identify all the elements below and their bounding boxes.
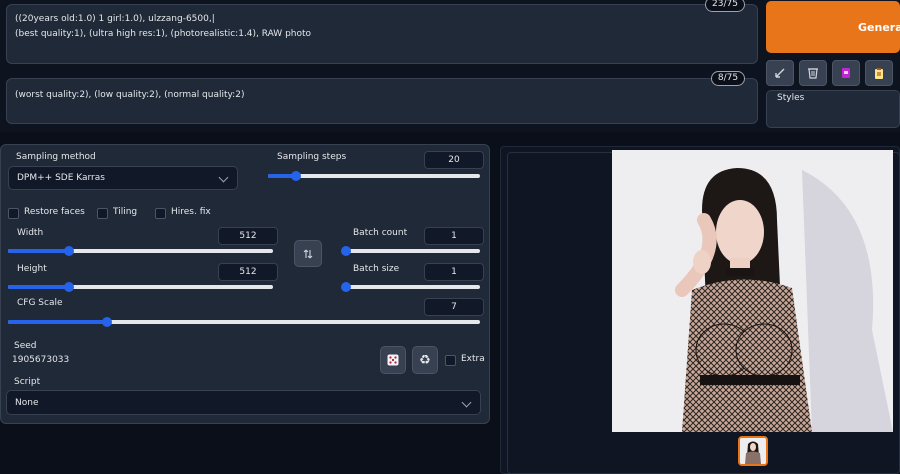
slider-fill bbox=[8, 285, 69, 289]
generated-image[interactable] bbox=[612, 150, 893, 432]
restore-faces-label: Restore faces bbox=[24, 207, 85, 217]
dice-icon bbox=[387, 354, 399, 366]
batch-size-input[interactable]: 1 bbox=[424, 263, 484, 281]
prompt-line-1: ((20years old:1.0) 1 girl:1.0), ulzzang-… bbox=[15, 14, 215, 24]
sampling-steps-input[interactable]: 20 bbox=[424, 151, 484, 169]
tiling-checkbox[interactable] bbox=[97, 208, 108, 219]
negative-prompt-text: (worst quality:2), (low quality:2), (nor… bbox=[15, 90, 245, 100]
seed-value: 1905673033 bbox=[12, 355, 70, 365]
width-label: Width bbox=[17, 228, 44, 238]
sampling-method-value: DPM++ SDE Karras bbox=[17, 173, 105, 183]
width-value: 512 bbox=[239, 231, 257, 241]
batch-size-slider[interactable] bbox=[341, 282, 480, 292]
script-value: None bbox=[15, 397, 39, 408]
seed-input[interactable]: 1905673033 bbox=[6, 349, 374, 371]
sampling-method-label: Sampling method bbox=[16, 152, 96, 162]
hires-fix-label: Hires. fix bbox=[171, 207, 211, 217]
positive-prompt-textarea[interactable]: ((20years old:1.0) 1 girl:1.0), ulzzang-… bbox=[6, 4, 758, 64]
batch-size-label: Batch size bbox=[353, 264, 400, 274]
cfg-scale-value: 7 bbox=[451, 302, 457, 312]
slider-handle[interactable] bbox=[341, 246, 351, 256]
chevron-down-icon bbox=[461, 397, 472, 407]
width-slider[interactable] bbox=[8, 246, 273, 256]
tiling-label: Tiling bbox=[113, 207, 138, 217]
slider-handle[interactable] bbox=[341, 282, 351, 292]
height-label: Height bbox=[17, 264, 47, 274]
swap-arrows-icon bbox=[303, 249, 313, 258]
slider-handle[interactable] bbox=[63, 246, 74, 256]
batch-count-label: Batch count bbox=[353, 228, 408, 238]
batch-size-value: 1 bbox=[451, 267, 457, 277]
positive-token-counter: 23/75 bbox=[705, 0, 745, 12]
arrow-icon[interactable] bbox=[766, 60, 794, 86]
height-slider[interactable] bbox=[8, 282, 273, 292]
slider-handle[interactable] bbox=[63, 282, 74, 292]
hires-fix-checkbox[interactable] bbox=[155, 208, 166, 219]
batch-count-value: 1 bbox=[451, 231, 457, 241]
negative-prompt-textarea[interactable]: (worst quality:2), (low quality:2), (nor… bbox=[6, 78, 758, 124]
width-input[interactable]: 512 bbox=[218, 227, 278, 245]
slider-handle[interactable] bbox=[290, 171, 301, 181]
script-label: Script bbox=[14, 377, 41, 387]
trash-icon[interactable] bbox=[799, 60, 827, 86]
random-seed-button[interactable] bbox=[380, 346, 406, 374]
reuse-seed-button[interactable]: ♻ bbox=[412, 346, 438, 374]
cfg-scale-slider[interactable] bbox=[8, 317, 480, 327]
slider-fill bbox=[8, 249, 69, 253]
script-select[interactable]: None bbox=[6, 390, 481, 415]
gallery-thumbnail[interactable] bbox=[738, 436, 768, 466]
prompt-line-2: (best quality:1), (ultra high res:1), (p… bbox=[15, 29, 312, 39]
swap-dimensions-button[interactable] bbox=[294, 240, 322, 267]
slider-fill bbox=[8, 320, 108, 324]
cfg-scale-label: CFG Scale bbox=[17, 298, 63, 308]
generate-button[interactable]: Generate bbox=[766, 1, 900, 53]
generate-label: Generate bbox=[858, 20, 900, 34]
styles-label: Styles bbox=[777, 93, 805, 103]
card-icon[interactable] bbox=[832, 60, 860, 86]
negative-token-counter: 8/75 bbox=[711, 71, 745, 86]
sampling-steps-label: Sampling steps bbox=[277, 152, 347, 162]
restore-faces-checkbox[interactable] bbox=[8, 208, 19, 219]
sampling-steps-value: 20 bbox=[448, 155, 460, 165]
batch-count-slider[interactable] bbox=[341, 246, 480, 256]
styles-dropdown[interactable]: Styles bbox=[766, 90, 900, 128]
extra-seed-checkbox[interactable] bbox=[445, 355, 456, 366]
height-input[interactable]: 512 bbox=[218, 263, 278, 281]
clipboard-icon[interactable] bbox=[865, 60, 893, 86]
sampling-steps-slider[interactable] bbox=[268, 171, 480, 181]
chevron-down-icon bbox=[218, 172, 229, 183]
cfg-scale-input[interactable]: 7 bbox=[424, 298, 484, 316]
height-value: 512 bbox=[239, 267, 257, 277]
sampling-method-select[interactable]: DPM++ SDE Karras bbox=[8, 166, 238, 190]
batch-count-input[interactable]: 1 bbox=[424, 227, 484, 245]
extra-seed-label: Extra bbox=[461, 354, 485, 364]
recycle-icon: ♻ bbox=[419, 352, 431, 368]
